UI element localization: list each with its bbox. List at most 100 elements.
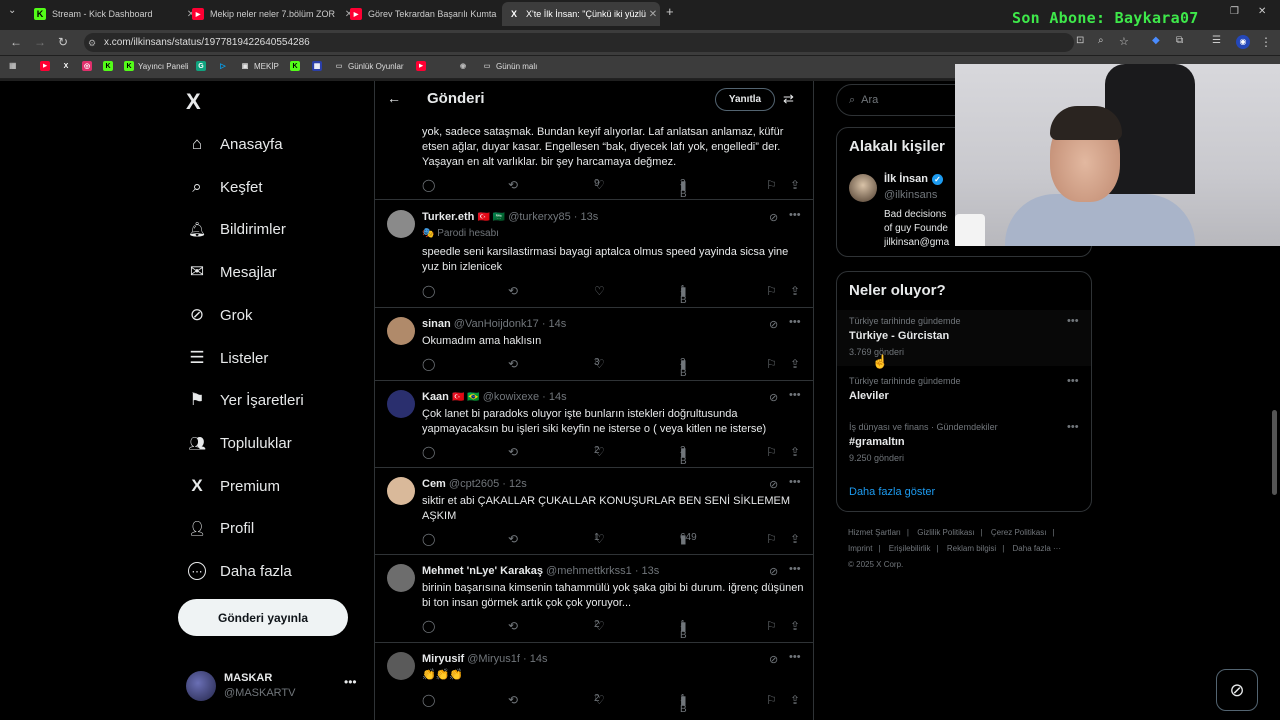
filter-icon[interactable]: ⇄ [783, 91, 794, 107]
nav-profile[interactable]: 👤︎ Profil [186, 513, 254, 543]
tweet-item[interactable]: Kaan 🇹🇷 🇧🇷 @kowixexe · 14s ⊘ ••• Çok lan… [375, 381, 813, 468]
footer-link[interactable]: Daha fazla ··· [1013, 544, 1061, 553]
post-button[interactable]: Gönderi yayınla [178, 599, 348, 636]
footer-link[interactable]: Gizlilik Politikası [917, 528, 974, 537]
grok-icon[interactable]: ⊘ [769, 478, 778, 491]
site-info-icon[interactable]: ⚙ [88, 38, 96, 49]
grok-icon[interactable]: ⊘ [769, 318, 778, 331]
show-more-link[interactable]: Daha fazla göster [849, 486, 935, 498]
author-name[interactable]: Cem [422, 478, 446, 490]
author-meta[interactable]: @cpt2605 · 12s [449, 478, 527, 490]
nav-bookmarks[interactable]: ⚑ Yer İşaretleri [186, 385, 303, 415]
tab-2[interactable]: ▶ Görev Tekrardan Başarılı Kumta ✕ [344, 4, 514, 24]
more-icon[interactable]: ••• [789, 389, 801, 401]
more-icon[interactable]: ••• [789, 476, 801, 488]
avatar[interactable] [387, 390, 415, 418]
tab-1[interactable]: ▶ Mekip neler neler 7.bölüm ZOR ✕ [186, 4, 356, 24]
bookmark-x[interactable]: X [61, 61, 75, 71]
puzzle-icon[interactable]: ⧉ [1176, 35, 1183, 46]
bookmark-globe[interactable]: ◉ [458, 61, 472, 71]
grok-icon[interactable]: ⊘ [769, 565, 778, 578]
author-name[interactable]: Turker.eth [422, 211, 474, 223]
extension-icon[interactable]: ◆ [1152, 35, 1160, 46]
forward-icon[interactable]: → [34, 35, 46, 49]
bookmark-gunluk-oyunlar[interactable]: ▭ Günlük Oyunlar [334, 61, 404, 71]
more-icon[interactable]: ••• [1067, 375, 1079, 387]
bookmark-mekip[interactable]: ▣ MEKİP [240, 61, 279, 71]
grok-icon[interactable]: ⊘ [769, 211, 778, 224]
nav-messages[interactable]: ✉ Mesajlar [186, 257, 277, 287]
page-scrollbar[interactable] [1272, 410, 1277, 495]
bookmark-kick[interactable]: K [103, 61, 117, 71]
grok-floating-button[interactable]: ⊘ [1216, 669, 1258, 711]
nav-grok[interactable]: ⊘ Grok [186, 300, 253, 330]
avatar[interactable] [387, 652, 415, 680]
trend-item[interactable]: İş dünyası ve finans · Gündemdekiler #gr… [837, 416, 1091, 472]
zoom-icon[interactable]: ⌕ [1098, 35, 1104, 46]
tab-0[interactable]: K Stream - Kick Dashboard ✕ [28, 4, 198, 24]
author-meta[interactable]: @mehmettkrkss1 · 13s [546, 565, 659, 577]
more-icon[interactable]: ••• [1067, 315, 1079, 327]
footer-link[interactable]: Hizmet Şartları [848, 528, 901, 537]
grok-icon[interactable]: ⊘ [769, 653, 778, 666]
avatar[interactable] [387, 564, 415, 592]
author-meta[interactable]: @Miryus1f · 14s [467, 653, 547, 665]
nav-premium[interactable]: X Premium [186, 471, 280, 501]
nav-lists[interactable]: ☰ Listeler [186, 343, 268, 373]
footer-link[interactable]: Reklam bilgisi [947, 544, 996, 553]
tab-list-icon[interactable]: ☰ [1212, 35, 1221, 46]
bookmark-blue[interactable]: ▦ [312, 61, 326, 71]
account-switcher[interactable]: MASKAR @MASKARTV ••• [186, 669, 361, 703]
bookmark-play[interactable]: ▷ [218, 61, 232, 71]
tweet-item[interactable]: Miryusif @Miryus1f · 14s ⊘ ••• 👏👏👏 ◯ ⟲ ♡… [375, 643, 813, 720]
profile-avatar[interactable]: ◉ [1236, 35, 1250, 49]
url-input[interactable]: x.com/ilkinsans/status/19778194226405542… [84, 33, 1074, 52]
footer-link[interactable]: Çerez Politikası [991, 528, 1047, 537]
nav-home[interactable]: ⌂ Anasayfa [186, 129, 283, 159]
author-name[interactable]: sinan [422, 318, 451, 330]
cast-icon[interactable]: ⊡ [1076, 35, 1084, 46]
close-icon[interactable]: ✕ [646, 9, 660, 20]
nav-more[interactable]: ⋯ Daha fazla [186, 556, 292, 586]
reply-button[interactable]: Yanıtla [715, 88, 775, 111]
bookmark-youtube[interactable]: ▶ [40, 61, 54, 71]
person-name[interactable]: İlk İnsan ✓ [884, 173, 944, 185]
tweet-partial[interactable]: yok, sadece sataşmak. Bundan keyif alıyo… [375, 111, 813, 200]
back-arrow-icon[interactable]: ← [387, 90, 401, 106]
more-icon[interactable]: ••• [789, 563, 801, 575]
author-meta[interactable]: @turkerxy85 · 13s [508, 211, 598, 223]
author-name[interactable]: Miryusif [422, 653, 464, 665]
footer-link[interactable]: Imprint [848, 544, 872, 553]
tweet-item[interactable]: Mehmet 'nLye' Karakaş @mehmettkrkss1 · 1… [375, 555, 813, 643]
new-tab-icon[interactable]: + [666, 4, 674, 19]
author-meta[interactable]: @VanHoijdonk17 · 14s [454, 318, 566, 330]
apps-icon[interactable]: ▦ [9, 61, 17, 70]
more-icon[interactable]: ••• [1067, 421, 1079, 433]
more-icon[interactable]: ••• [789, 651, 801, 663]
more-icon[interactable]: ••• [789, 209, 801, 221]
avatar[interactable] [387, 477, 415, 505]
restore-icon[interactable]: ❐ [1230, 6, 1239, 17]
tweet-item[interactable]: Cem @cpt2605 · 12s ⊘ ••• siktir et abi Ç… [375, 468, 813, 555]
menu-icon[interactable]: ⋮ [1260, 35, 1272, 49]
bookmark-yayinci-paneli[interactable]: K Yayıncı Paneli [124, 61, 189, 71]
tweet-item[interactable]: Turker.eth 🇹🇷 🇸🇦 @turkerxy85 · 13s ⊘ •••… [375, 201, 813, 308]
x-logo-icon[interactable]: X [186, 89, 201, 115]
author-name[interactable]: Mehmet 'nLye' Karakaş [422, 565, 543, 577]
avatar[interactable] [387, 317, 415, 345]
bookmark-gunun-mali[interactable]: ▭ Günün malı [482, 61, 538, 71]
nav-communities[interactable]: 👥︎ Topluluklar [186, 428, 292, 458]
close-window-icon[interactable]: ✕ [1258, 6, 1266, 17]
bookmark-instagram[interactable]: ◎ [82, 61, 96, 71]
grok-icon[interactable]: ⊘ [769, 391, 778, 404]
tab-3-active[interactable]: X X'te İlk İnsan: "Çünkü iki yüzlü ✕ [502, 2, 660, 26]
back-icon[interactable]: ← [10, 35, 22, 49]
bookmark-gpt[interactable]: G [196, 61, 210, 71]
avatar[interactable] [849, 174, 877, 202]
bookmark-star-icon[interactable]: ☆ [1119, 35, 1129, 48]
nav-notifications[interactable]: 🔔︎ Bildirimler [186, 214, 286, 244]
footer-link[interactable]: Erişilebilirlik [889, 544, 931, 553]
bookmark-youtube-2[interactable]: ▶ [416, 61, 430, 71]
bookmark-kick-2[interactable]: K [290, 61, 304, 71]
reload-icon[interactable]: ↻ [58, 35, 68, 49]
